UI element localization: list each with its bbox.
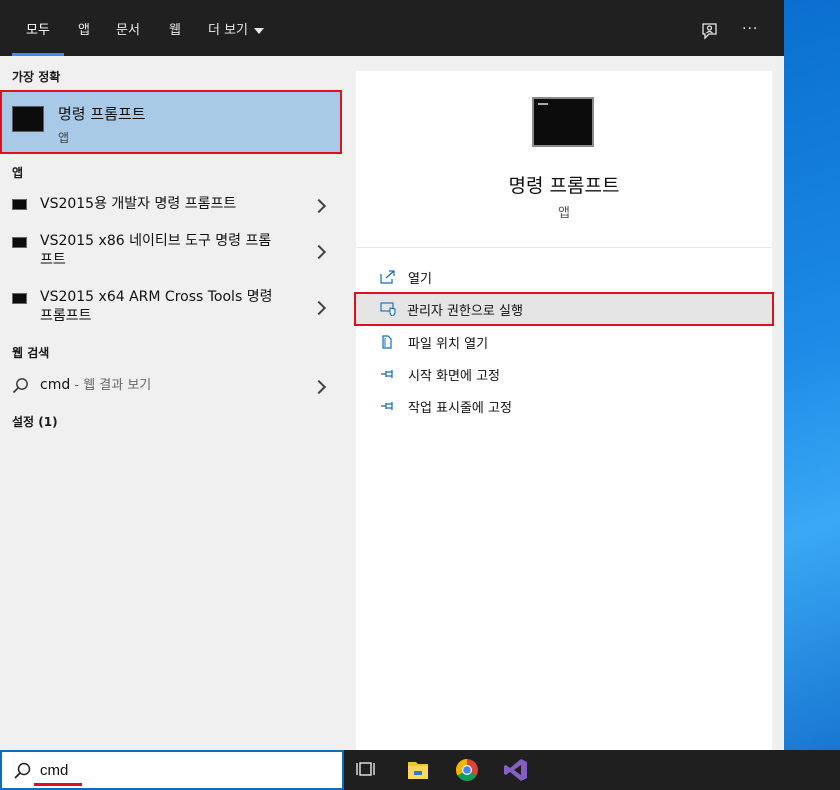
tab-apps[interactable]: 앱 xyxy=(78,0,90,56)
list-item[interactable]: VS2015 x86 네이티브 도구 명령 프롬프트 xyxy=(0,230,344,272)
run-as-admin-action[interactable]: 관리자 권한으로 실행 xyxy=(354,292,774,326)
action-label: 파일 위치 열기 xyxy=(408,337,489,352)
action-label: 시작 화면에 고정 xyxy=(408,369,500,384)
command-prompt-icon xyxy=(12,106,44,132)
preview-title: 명령 프롬프트 xyxy=(508,175,620,197)
tab-documents[interactable]: 문서 xyxy=(116,0,140,56)
pin-icon xyxy=(381,370,393,378)
chrome-icon[interactable] xyxy=(443,750,491,790)
search-input[interactable] xyxy=(40,759,330,781)
chevron-down-icon xyxy=(254,27,265,34)
app-label: VS2015 x64 ARM Cross Tools 명령 프롬프트 xyxy=(40,289,273,324)
search-text-underline xyxy=(34,783,82,786)
best-match-type: 앱 xyxy=(58,131,70,145)
app-label: VS2015 x86 네이티브 도구 명령 프롬프트 xyxy=(40,233,272,268)
tab-web[interactable]: 웹 xyxy=(169,0,181,56)
best-match-heading: 가장 정확 xyxy=(12,70,61,84)
divider xyxy=(356,247,772,248)
web-query: cmd xyxy=(40,377,71,393)
pin-to-start-action[interactable]: 시작 화면에 고정 xyxy=(356,359,772,389)
settings-heading[interactable]: 설정 (1) xyxy=(12,413,58,430)
task-view-icon[interactable] xyxy=(344,750,392,790)
tab-more-label: 더 보기 xyxy=(208,23,249,38)
chevron-right-icon[interactable] xyxy=(311,198,327,214)
action-label: 열기 xyxy=(408,272,432,287)
more-options-button[interactable]: ··· xyxy=(742,22,764,40)
list-item[interactable]: VS2015용 개발자 명령 프롬프트 xyxy=(0,191,344,221)
preview-type: 앱 xyxy=(558,206,570,221)
chevron-right-icon[interactable] xyxy=(311,300,327,316)
pin-icon xyxy=(381,402,393,410)
file-location-icon xyxy=(382,335,392,349)
app-label: VS2015용 개발자 명령 프롬프트 xyxy=(40,196,237,212)
desktop-wallpaper xyxy=(784,0,840,750)
search-box[interactable] xyxy=(0,750,344,790)
apps-heading: 앱 xyxy=(12,166,24,180)
tab-all[interactable]: 모두 xyxy=(12,0,64,56)
command-prompt-icon xyxy=(532,97,594,147)
taskbar xyxy=(344,750,840,790)
action-label: 작업 표시줄에 고정 xyxy=(408,401,512,416)
open-icon xyxy=(380,270,395,284)
open-file-location-action[interactable]: 파일 위치 열기 xyxy=(356,327,772,357)
filter-tab-bar: 모두 앱 문서 웹 더 보기 ··· xyxy=(0,0,784,56)
chevron-right-icon[interactable] xyxy=(311,244,327,260)
web-search-heading: 웹 검색 xyxy=(12,346,50,360)
command-prompt-icon xyxy=(12,237,27,248)
open-action[interactable]: 열기 xyxy=(356,262,772,292)
web-search-item[interactable]: cmd - 웹 결과 보기 xyxy=(0,372,344,402)
command-prompt-icon xyxy=(12,199,27,210)
search-icon xyxy=(12,378,28,394)
feedback-icon[interactable] xyxy=(700,22,718,40)
list-item[interactable]: VS2015 x64 ARM Cross Tools 명령 프롬프트 xyxy=(0,286,344,328)
web-result-hint: - 웹 결과 보기 xyxy=(70,378,152,393)
shield-admin-icon xyxy=(380,302,396,316)
search-flyout: 모두 앱 문서 웹 더 보기 ··· 가장 정확 명령 프롬프트 앱 앱 VS2… xyxy=(0,0,784,750)
action-label: 관리자 권한으로 실행 xyxy=(407,304,523,319)
results-pane: 가장 정확 명령 프롬프트 앱 앱 VS2015용 개발자 명령 프롬프트 VS… xyxy=(0,56,344,750)
best-match-item[interactable]: 명령 프롬프트 앱 xyxy=(0,90,342,154)
visual-studio-icon[interactable] xyxy=(492,750,540,790)
search-icon xyxy=(14,762,31,779)
best-match-title: 명령 프롬프트 xyxy=(58,105,146,123)
preview-pane: 명령 프롬프트 앱 열기 관리자 권한으로 실행 파일 위치 열기 시작 화면에… xyxy=(354,71,774,750)
file-explorer-icon[interactable] xyxy=(394,750,442,790)
chevron-right-icon[interactable] xyxy=(311,379,327,395)
tab-more[interactable]: 더 보기 xyxy=(208,0,265,56)
pin-to-taskbar-action[interactable]: 작업 표시줄에 고정 xyxy=(356,391,772,421)
command-prompt-icon xyxy=(12,293,27,304)
